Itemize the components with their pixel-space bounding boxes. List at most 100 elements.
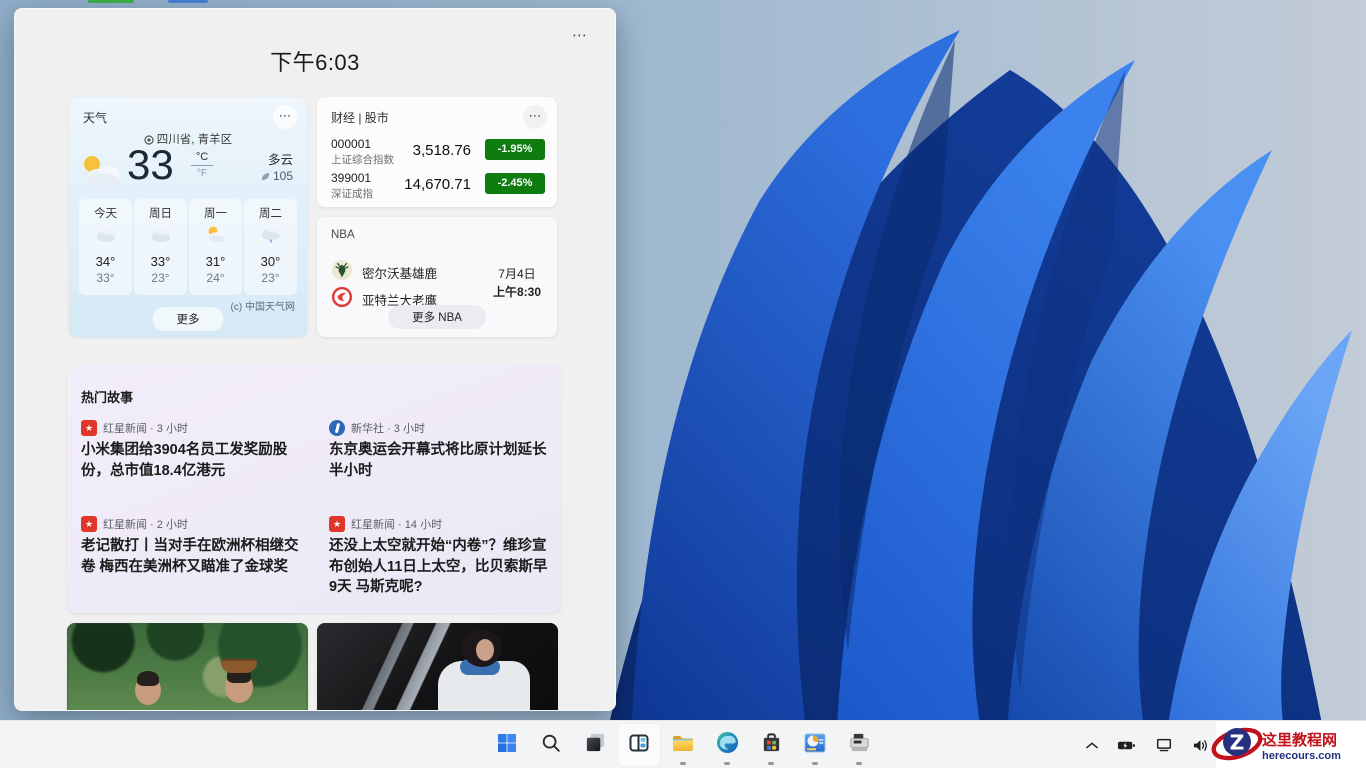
photo-bowl [221, 659, 257, 673]
photo-person-face [476, 639, 494, 661]
edge-icon [716, 731, 739, 759]
finance-card[interactable]: 财经 | 股市 ⋯ 000001 上证综合指数 3,518.76 -1.95% … [317, 97, 557, 207]
unit-celsius[interactable]: °C [191, 151, 213, 166]
printer-icon [848, 731, 871, 759]
photo-person [135, 675, 161, 705]
network-icon[interactable] [1151, 734, 1177, 756]
search-button[interactable] [529, 723, 573, 767]
store-button[interactable] [749, 723, 793, 767]
forecast-day-2: 周一 31° 24° [189, 199, 242, 295]
sun-cloud-icon [79, 153, 125, 192]
running-indicator [812, 762, 818, 765]
cloudy-icon [79, 225, 132, 251]
cloudy-icon [134, 225, 187, 251]
weather-title: 天气 [83, 109, 107, 126]
task-view-button[interactable] [573, 723, 617, 767]
forecast-day-1: 周日 33° 23° [134, 199, 187, 295]
story-item[interactable]: ★ 红星新闻 · 14 小时 还没上太空就开始“内卷”？维珍宣布创始人11日上太… [329, 515, 553, 598]
tray-chevron-up-icon[interactable] [1081, 737, 1103, 754]
stock-name: 上证综合指数 [331, 152, 394, 167]
weather-more-button[interactable]: 更多 [153, 307, 224, 331]
hot-stories-title: 热门故事 [81, 387, 133, 406]
site-watermark: Z 这里教程网 herecours.com [1216, 721, 1366, 768]
photo-news-card[interactable] [67, 623, 308, 711]
story-source: 新华社 · 3 小时 [329, 419, 549, 436]
weather-copyright: (c) 中国天气网 [231, 298, 295, 313]
hawks-logo-icon [331, 286, 353, 313]
panel-time: 下午6:03 [15, 45, 615, 77]
running-indicator [680, 762, 686, 765]
photo-trees [67, 623, 308, 711]
running-indicator [724, 762, 730, 765]
watermark-logo-icon: Z [1210, 720, 1264, 768]
weather-card[interactable]: 天气 ⋯ 四川省, 青羊区 33 °C °F 多云 105 今天 [69, 97, 307, 337]
weather-menu-button[interactable]: ⋯ [273, 105, 297, 129]
edge-button[interactable] [705, 723, 749, 767]
stock-code: 399001 [331, 171, 371, 185]
story-headline[interactable]: 老记散打丨当对手在欧洲杯相继交卷 梅西在美洲杯又瞄准了金球奖 [81, 536, 311, 577]
partition-tool-icon [803, 731, 827, 760]
nba-team-name: 密尔沃基雄鹿 [362, 263, 437, 282]
watermark-texts: 这里教程网 herecours.com [1262, 729, 1341, 762]
panel-menu-button[interactable]: ⋯ [566, 27, 593, 45]
weather-condition: 多云 [268, 149, 293, 168]
forecast-day-0: 今天 34° 33° [79, 199, 132, 295]
start-button[interactable] [485, 723, 529, 767]
redstar-news-icon: ★ [81, 516, 97, 532]
weather-location: 四川省, 青羊区 [69, 131, 307, 147]
screen-edge-artifact-green [88, 0, 134, 3]
redstar-news-icon: ★ [81, 420, 97, 436]
stock-name: 深证成指 [331, 186, 373, 201]
printer-app-button[interactable] [837, 723, 881, 767]
story-source: ★ 红星新闻 · 2 小时 [81, 515, 311, 532]
nba-more-button[interactable]: 更多 NBA [388, 305, 486, 329]
story-source: ★ 红星新闻 · 3 小时 [81, 419, 311, 436]
battery-icon[interactable] [1113, 735, 1141, 756]
svg-text:Z: Z [1230, 730, 1245, 754]
nba-game-time: 7月4日 上午8:30 [493, 265, 541, 300]
screen-edge-artifact-blue [168, 0, 208, 3]
watermark-domain: herecours.com [1262, 750, 1341, 762]
nba-card[interactable]: NBA 密尔沃基雄鹿 亚特兰大老鹰 7月4日 上午8:30 更多 NBA [317, 217, 557, 337]
file-explorer-icon [671, 731, 695, 760]
unit-toggle[interactable]: °C °F [191, 151, 213, 179]
taskbar: Z 这里教程网 herecours.com [0, 720, 1366, 768]
story-source: ★ 红星新闻 · 14 小时 [329, 515, 553, 532]
windows-start-icon [495, 731, 519, 760]
taskbar-center-icons [485, 721, 881, 768]
forecast-day-3: 周二 30° 23° [244, 199, 297, 295]
file-explorer-button[interactable] [661, 723, 705, 767]
stock-change-badge: -1.95% [485, 139, 545, 160]
watermark-site-name: 这里教程网 [1262, 729, 1341, 750]
story-item[interactable]: ★ 红星新闻 · 2 小时 老记散打丨当对手在欧洲杯相继交卷 梅西在美洲杯又瞄准… [81, 515, 311, 577]
store-icon [760, 731, 783, 759]
story-headline[interactable]: 小米集团给3904名员工发奖励股份，总市值18.4亿港元 [81, 440, 311, 481]
finance-title: 财经 | 股市 [331, 109, 389, 126]
story-item[interactable]: 新华社 · 3 小时 东京奥运会开幕式将比原计划延长半小时 [329, 419, 549, 481]
widgets-button[interactable] [617, 723, 661, 767]
finance-row[interactable]: 000001 上证综合指数 3,518.76 -1.95% [331, 137, 545, 169]
aqi-leaf-icon [260, 169, 273, 183]
partly-sunny-icon [189, 225, 242, 251]
hot-stories-card: 热门故事 ★ 红星新闻 · 3 小时 小米集团给3904名员工发奖励股份，总市值… [67, 365, 561, 613]
task-view-icon [584, 731, 607, 759]
finance-row[interactable]: 399001 深证成指 14,670.71 -2.45% [331, 171, 545, 203]
finance-menu-button[interactable]: ⋯ [523, 105, 547, 129]
photo-news-card[interactable] [317, 623, 558, 711]
story-headline[interactable]: 东京奥运会开幕式将比原计划延长半小时 [329, 440, 549, 481]
xinhua-news-icon [329, 420, 345, 436]
stock-value: 14,670.71 [404, 176, 471, 193]
stock-value: 3,518.76 [413, 142, 471, 159]
partition-tool-button[interactable] [793, 723, 837, 767]
nba-team-row: 密尔沃基雄鹿 [331, 261, 437, 283]
widgets-panel: 下午6:03 ⋯ 天气 ⋯ 四川省, 青羊区 33 °C °F 多云 105 [14, 8, 616, 711]
stock-code: 000001 [331, 137, 371, 151]
unit-fahrenheit[interactable]: °F [191, 166, 213, 179]
system-tray [1081, 721, 1214, 768]
bucks-logo-icon [331, 259, 353, 286]
story-headline[interactable]: 还没上太空就开始“内卷”？维珍宣布创始人11日上太空，比贝索斯早9天 马斯克呢? [329, 536, 553, 598]
nba-title: NBA [331, 229, 355, 241]
story-item[interactable]: ★ 红星新闻 · 3 小时 小米集团给3904名员工发奖励股份，总市值18.4亿… [81, 419, 311, 481]
weather-forecast: 今天 34° 33° 周日 33° 23° 周一 31° 24° [79, 199, 297, 295]
redstar-news-icon: ★ [329, 516, 345, 532]
